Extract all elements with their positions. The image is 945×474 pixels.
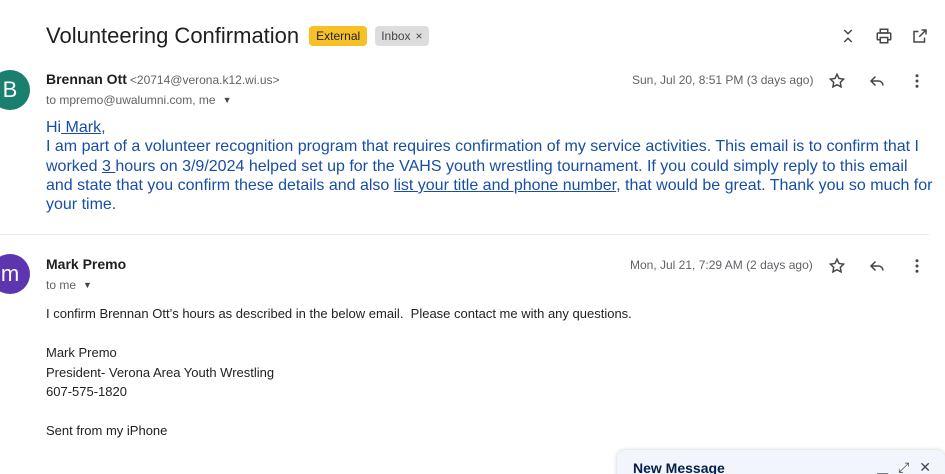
- external-badge: External: [309, 26, 368, 46]
- sender-email: <20714@verona.k12.wi.us>: [129, 73, 280, 87]
- body-line: Sent from my iPhone: [46, 423, 168, 438]
- body-line: I confirm Brennan Ott’s hours as describ…: [46, 306, 632, 321]
- sender-name[interactable]: Brennan Ott: [46, 71, 127, 87]
- message-date: Sun, Jul 20, 8:51 PM (3 days ago): [632, 73, 814, 87]
- collapse-all-icon[interactable]: [838, 26, 858, 46]
- recipients-text: to me: [46, 278, 77, 292]
- inbox-label-text: Inbox: [381, 29, 411, 43]
- email-subject: Volunteering Confirmation: [46, 23, 300, 48]
- sender-avatar[interactable]: m: [0, 254, 30, 294]
- greeting-name: Mark: [61, 119, 102, 136]
- body-line: Mark Premo: [46, 345, 117, 360]
- body-line: President- Verona Area Youth Wrestling: [46, 364, 275, 380]
- subject-row: Volunteering Confirmation External Inbox…: [46, 22, 429, 50]
- message-body: Hi Mark, I am part of a volunteer recogn…: [46, 118, 936, 214]
- star-icon[interactable]: [827, 71, 847, 91]
- inbox-label: Inbox ×: [375, 26, 429, 46]
- recipients-text: to mpremo@uwalumni.com, me: [46, 93, 216, 107]
- hours-value: 3: [102, 157, 116, 175]
- message-actions: [827, 71, 927, 91]
- message-body: I confirm Brennan Ott’s hours as describ…: [46, 304, 632, 441]
- reply-icon[interactable]: [867, 256, 887, 276]
- message-actions: [827, 256, 927, 276]
- recipients-line[interactable]: to mpremo@uwalumni.com, me ▼: [46, 93, 232, 107]
- more-options-icon[interactable]: [907, 71, 927, 91]
- chevron-down-icon[interactable]: ▼: [83, 280, 92, 290]
- reply-icon[interactable]: [867, 71, 887, 91]
- compose-controls: ▁ ⤢ ✕: [877, 459, 931, 474]
- more-options-icon[interactable]: [907, 256, 927, 276]
- chevron-down-icon[interactable]: ▼: [223, 95, 232, 105]
- sender-line: Brennan Ott <20714@verona.k12.wi.us>: [46, 71, 280, 87]
- thread-actions: [838, 26, 930, 46]
- open-in-new-window-icon[interactable]: [910, 26, 930, 46]
- minimize-icon[interactable]: ▁: [877, 459, 888, 474]
- message-date: Mon, Jul 21, 7:29 AM (2 days ago): [630, 258, 813, 272]
- compose-title[interactable]: New Message: [633, 460, 725, 474]
- print-icon[interactable]: [874, 26, 894, 46]
- close-icon[interactable]: ✕: [919, 459, 931, 474]
- title-phone-link[interactable]: list your title and phone number: [394, 177, 616, 194]
- remove-label-icon[interactable]: ×: [416, 29, 423, 43]
- expand-icon[interactable]: ⤢: [898, 459, 909, 474]
- star-icon[interactable]: [827, 256, 847, 276]
- greeting-comma: ,: [101, 119, 106, 136]
- body-paragraph: I am part of a volunteer recognition pro…: [46, 137, 936, 214]
- body-line: 607-575-1820: [46, 384, 127, 399]
- compose-window[interactable]: New Message ▁ ⤢ ✕: [617, 450, 945, 474]
- body-line: [46, 402, 632, 422]
- sender-name[interactable]: Mark Premo: [46, 256, 126, 272]
- body-line: [46, 324, 632, 344]
- message-divider: [0, 234, 929, 235]
- sender-line: Mark Premo: [46, 256, 126, 272]
- sender-avatar[interactable]: B: [0, 70, 30, 110]
- recipients-line[interactable]: to me ▼: [46, 278, 92, 292]
- greeting: Hi Mark,: [46, 118, 936, 137]
- greeting-hi: Hi: [46, 119, 62, 136]
